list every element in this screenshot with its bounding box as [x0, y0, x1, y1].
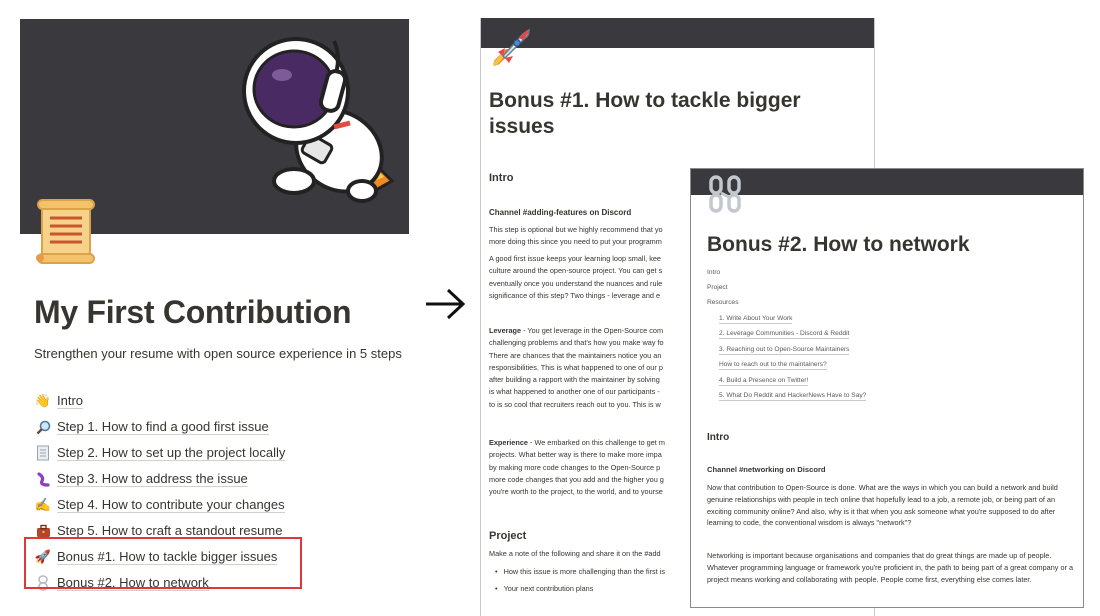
text-line: Leverage - You get leverage in the Open-…: [489, 325, 689, 337]
toc-item-label: Step 1. How to find a good first issue: [57, 419, 269, 435]
nav-sublink[interactable]: 4. Build a Presence on Twitter!: [719, 377, 809, 386]
nav-sublink[interactable]: 1. Write About Your Work: [719, 315, 793, 324]
text-line: culture around the open-source project. …: [489, 266, 663, 276]
page-cover: [481, 18, 874, 48]
bonus-highlight-box: [24, 537, 302, 589]
magnifier-icon: [34, 418, 52, 436]
paragraph: Networking is important because organisa…: [707, 551, 1074, 584]
text-line: more doing this since you need to put yo…: [489, 237, 662, 247]
nav-link-intro[interactable]: Intro: [707, 269, 720, 276]
nav-sublink[interactable]: 5. What Do Reddit and HackerNews Have to…: [719, 392, 867, 401]
toc-item-step-4[interactable]: ✍️ Step 4. How to contribute your change…: [34, 492, 304, 518]
worm-icon: [34, 470, 52, 488]
paragraph: Now that contribution to Open-Source is …: [707, 483, 1058, 528]
bullet-item: How this issue is more challenging than …: [495, 567, 665, 576]
text-line: Experience - We embarked on this challen…: [489, 437, 689, 449]
bonus-2-page: Bonus #2. How to network Intro Project R…: [690, 168, 1084, 608]
channel-heading: Channel #networking on Discord: [707, 465, 826, 474]
text-line: by making more code changes to the Open-…: [489, 462, 661, 472]
arrow-right-icon: [426, 288, 466, 320]
intro-heading: Intro: [489, 172, 514, 184]
notion-page-overview: My First Contribution Strengthen your re…: [0, 0, 420, 616]
paragraph: Make a note of the following and share i…: [489, 548, 689, 560]
text-line: There are chances that the maintainers n…: [489, 350, 662, 360]
paragraph: This step is optional but we highly reco…: [489, 224, 689, 249]
page-title: My First Contribution: [34, 294, 352, 330]
text-span: - We embarked on this challenge to get m: [527, 438, 665, 447]
text-line: challenging problems and that's how you …: [489, 338, 664, 348]
waving-hand-icon: 👋: [34, 393, 52, 408]
document-icon: [34, 444, 52, 462]
text-line: Make a note of the following and share i…: [489, 549, 661, 558]
nav-sublink[interactable]: 2. Leverage Communities - Discord & Redd…: [719, 330, 850, 339]
toc-item-label: Step 4. How to contribute your changes: [57, 497, 285, 513]
leverage-label: Leverage: [489, 326, 522, 335]
text-line: A good first issue keeps your learning l…: [489, 254, 661, 263]
rocket-icon: [493, 28, 530, 66]
text-line: after building a rapport with the mainta…: [489, 375, 660, 385]
astronaut-illustration: [242, 37, 395, 203]
nav-link-resources[interactable]: Resources: [707, 299, 739, 306]
text-line: to is so cool that recruiters reach out …: [489, 399, 661, 409]
toc-item-step-2[interactable]: Step 2. How to set up the project locall…: [34, 440, 304, 466]
page-cover: [691, 169, 1083, 195]
scroll-icon: [36, 199, 95, 264]
bullet-item: Your next contribution plans: [495, 584, 594, 593]
toc-item-step-1[interactable]: Step 1. How to find a good first issue: [34, 414, 304, 440]
text-line: This step is optional but we highly reco…: [489, 225, 663, 234]
toc-item-step-3[interactable]: Step 3. How to address the issue: [34, 466, 304, 492]
doc-title: Bonus #1. How to tackle bigger issues: [489, 89, 801, 138]
page-subtitle: Strengthen your resume with open source …: [34, 346, 402, 361]
nav-sublink[interactable]: 3. Reaching out to Open-Source Maintaine…: [719, 346, 850, 355]
text-line: projects. What better way is there to ma…: [489, 450, 662, 460]
doc-title: Bonus #2. How to network: [707, 233, 970, 256]
writing-hand-icon: ✍️: [34, 497, 52, 512]
text-line: significance of this step? Two things - …: [489, 290, 661, 300]
project-heading: Project: [489, 530, 527, 542]
channel-heading: Channel #adding-features on Discord: [489, 208, 632, 217]
intro-heading: Intro: [707, 432, 730, 443]
toc-item-intro[interactable]: 👋 Intro: [34, 388, 304, 414]
toc-item-label: Step 2. How to set up the project locall…: [57, 445, 286, 461]
chain-icon: [709, 175, 741, 213]
toc-item-label: Step 3. How to address the issue: [57, 471, 248, 487]
text-line: you're worth to the project, to the worl…: [489, 487, 663, 497]
text-line: responsibilities. This is what happened …: [489, 362, 663, 372]
nav-sublink[interactable]: How to reach out to the maintainers?: [719, 361, 827, 370]
nav-link-project[interactable]: Project: [707, 284, 728, 291]
text-line: more code changes that you add and the h…: [489, 474, 664, 484]
paragraph: A good first issue keeps your learning l…: [489, 253, 689, 302]
paragraph: Experience - We embarked on this challen…: [489, 437, 689, 498]
text-span: - You get leverage in the Open-Source co…: [521, 326, 664, 335]
experience-label: Experience: [489, 438, 528, 447]
toc-item-label: Intro: [57, 393, 84, 409]
text-line: is what happened to another one of our p…: [489, 387, 660, 397]
text-line: eventually once you understand the nuanc…: [489, 278, 663, 288]
paragraph: Leverage - You get leverage in the Open-…: [489, 325, 689, 411]
